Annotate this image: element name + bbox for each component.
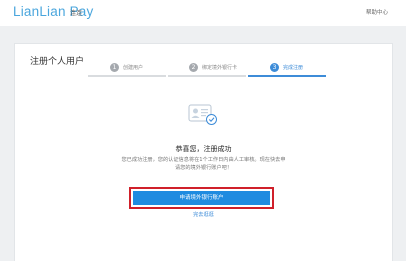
step-label: 创建用户 [123, 65, 144, 71]
registration-card: 注册个人用户 1 创建用户 2 绑定境外银行卡 3 完成注册 恭喜您，注册成功 … [14, 43, 393, 261]
step-bar-1 [88, 75, 166, 77]
step-bar-3 [248, 75, 326, 77]
step-number: 3 [270, 63, 279, 72]
success-title: 恭喜您，注册成功 [175, 145, 232, 153]
step-label: 完成注册 [283, 65, 304, 71]
apply-overseas-account-button[interactable]: 申请境外银行账户 [133, 191, 270, 205]
page-title: 注册个人用户 [30, 57, 85, 67]
success-description: 您已成功注册，您的认证信息将在1个工作日内由人工审核。现在快去申请您的境外银行账… [121, 157, 286, 171]
top-bar: LianLian Pay 连连 帮助中心 [0, 0, 406, 26]
progress-steps: 1 创建用户 2 绑定境外银行卡 3 完成注册 [88, 62, 326, 78]
logo-subtitle: 连连 [70, 10, 83, 17]
step-label: 绑定境外银行卡 [202, 65, 238, 71]
step-number: 1 [110, 63, 119, 72]
step-number: 2 [189, 63, 198, 72]
cta-highlight: 申请境外银行账户 [129, 187, 274, 209]
id-card-check-icon [188, 104, 217, 125]
browse-later-link[interactable]: 完去逛逛 [15, 211, 392, 218]
step-bar-2 [168, 75, 246, 77]
help-center-link[interactable]: 帮助中心 [366, 8, 388, 16]
